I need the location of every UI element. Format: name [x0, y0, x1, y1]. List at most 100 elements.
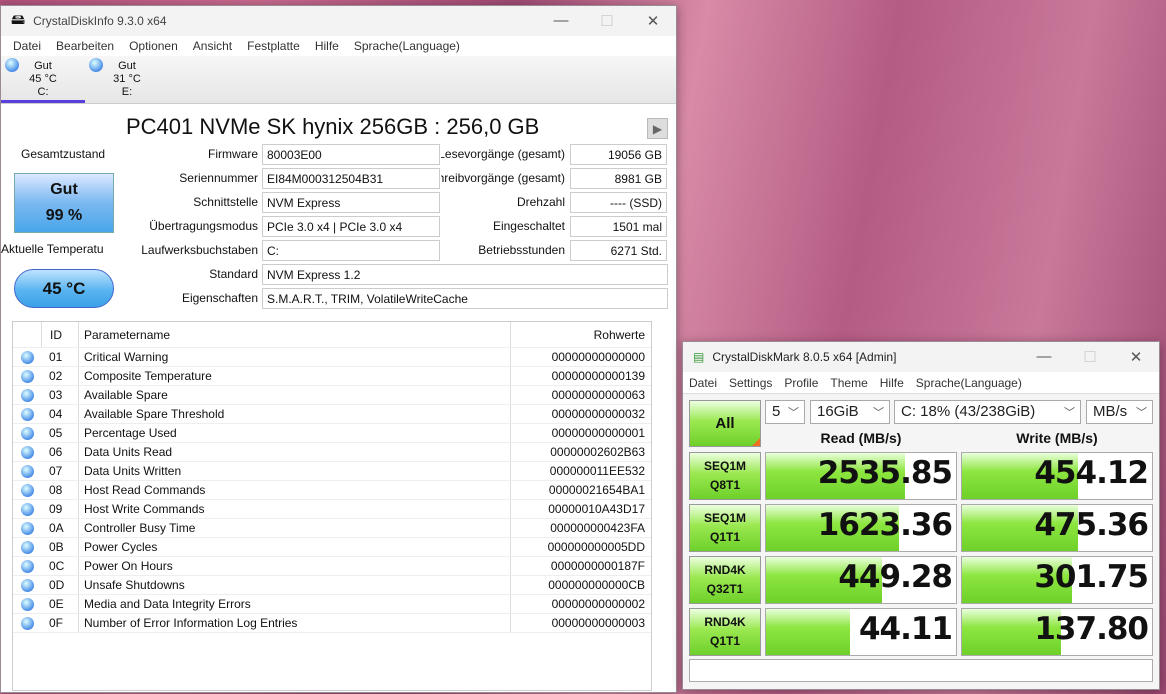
table-row[interactable]: 0A Controller Busy Time 000000000423FA [13, 519, 651, 538]
power-hours-label: Betriebsstunden [478, 243, 565, 257]
menu-hilfe[interactable]: Hilfe [315, 39, 339, 53]
test-count-select[interactable]: 5 ﹀ [765, 400, 805, 424]
test-button-0[interactable]: SEQ1M Q8T1 [689, 452, 761, 500]
serial-label: Seriennummer [179, 171, 258, 185]
health-status: Gut [50, 181, 78, 198]
test-size-value: 16GiB [817, 403, 859, 420]
test-params: Q8T1 [709, 478, 740, 492]
attribute-name: Critical Warning [79, 348, 511, 366]
attribute-name: Power Cycles [79, 538, 511, 556]
table-row[interactable]: 02 Composite Temperature 00000000000139 [13, 367, 651, 386]
crystaldiskinfo-window: 🖴 CrystalDiskInfo 9.3.0 x64 — ☐ ✕ Datei Be… [0, 5, 677, 693]
status-good-icon [20, 597, 34, 611]
attribute-raw-value: 00000000000002 [551, 597, 645, 611]
attribute-name: Available Spare Threshold [79, 405, 511, 423]
table-row[interactable]: 06 Data Units Read 00000002602B63 [13, 443, 651, 462]
maximize-button[interactable]: ☐ [1067, 348, 1113, 366]
table-row[interactable]: 05 Percentage Used 00000000000001 [13, 424, 651, 443]
menu-festplatte[interactable]: Festplatte [247, 39, 300, 53]
minimize-button[interactable]: — [538, 12, 584, 30]
menu-sprache[interactable]: Sprache(Language) [354, 39, 460, 53]
attribute-raw-value: 000000011EE532 [549, 464, 645, 478]
status-good-icon [20, 616, 34, 630]
menu-hilfe[interactable]: Hilfe [880, 376, 904, 390]
table-row[interactable]: 01 Critical Warning 00000000000000 [13, 348, 651, 367]
total-writes-value: 8981 GB [570, 168, 667, 189]
menu-datei[interactable]: Datei [13, 39, 41, 53]
temperature-button[interactable]: 45 °C [14, 269, 114, 308]
attribute-raw-value: 00000000000032 [551, 407, 645, 421]
unit-select[interactable]: MB/s ﹀ [1086, 400, 1153, 424]
close-button[interactable]: ✕ [630, 12, 676, 30]
status-bar [689, 659, 1153, 682]
attribute-id: 0E [41, 595, 79, 613]
test-name: RND4K [704, 615, 746, 629]
maximize-button[interactable]: ☐ [584, 12, 630, 30]
status-good-icon [20, 350, 34, 364]
header-raw-values[interactable]: Rohwerte [511, 328, 651, 342]
menu-bearbeiten[interactable]: Bearbeiten [56, 39, 114, 53]
table-row[interactable]: 03 Available Spare 00000000000063 [13, 386, 651, 405]
test-button-1[interactable]: SEQ1M Q1T1 [689, 504, 761, 552]
write-result: 301.75 [961, 556, 1153, 604]
header-id[interactable]: ID [41, 322, 79, 347]
unit-value: MB/s [1093, 403, 1128, 420]
attribute-name: Media and Data Integrity Errors [79, 595, 511, 613]
test-button-3[interactable]: RND4K Q1T1 [689, 608, 761, 656]
write-header: Write (MB/s) [1016, 430, 1098, 446]
attribute-raw-value: 00000000000000 [551, 350, 645, 364]
write-value: 454.12 [1034, 455, 1149, 491]
next-disk-button[interactable]: ▶ [647, 118, 668, 139]
drive-letter: E: [121, 86, 133, 98]
table-row[interactable]: 0E Media and Data Integrity Errors 00000… [13, 595, 651, 614]
write-result: 454.12 [961, 452, 1153, 500]
drive-letters-value: C: [262, 240, 440, 261]
test-button-2[interactable]: RND4K Q32T1 [689, 556, 761, 604]
run-all-button[interactable]: All [689, 400, 761, 447]
total-reads-value: 19056 GB [570, 144, 667, 165]
status-good-icon [20, 407, 34, 421]
menu-datei[interactable]: Datei [689, 376, 717, 390]
menu-sprache[interactable]: Sprache(Language) [916, 376, 1022, 390]
table-row[interactable]: 0D Unsafe Shutdowns 000000000000CB [13, 576, 651, 595]
table-row[interactable]: 04 Available Spare Threshold 00000000000… [13, 405, 651, 424]
menu-ansicht[interactable]: Ansicht [193, 39, 232, 53]
title-bar: ▤ CrystalDiskMark 8.0.5 x64 [Admin] — ☐ ✕ [683, 342, 1159, 372]
table-row[interactable]: 07 Data Units Written 000000011EE532 [13, 462, 651, 481]
menu-bar: Datei Settings Profile Theme Hilfe Sprac… [683, 372, 1159, 394]
minimize-button[interactable]: — [1021, 348, 1067, 366]
table-row[interactable]: 0C Power On Hours 0000000000187F [13, 557, 651, 576]
menu-profile[interactable]: Profile [784, 376, 818, 390]
menu-bar: Datei Bearbeiten Optionen Ansicht Festpl… [1, 36, 676, 56]
attribute-id: 0A [41, 519, 79, 537]
table-row[interactable]: 0B Power Cycles 000000000005DD [13, 538, 651, 557]
attribute-raw-value: 00000021654BA1 [548, 483, 645, 497]
menu-settings[interactable]: Settings [729, 376, 772, 390]
health-label: Gesamtzustand [21, 147, 106, 161]
serial-value: EI84M000312504B31 [262, 168, 440, 189]
header-parameter[interactable]: Parametername [79, 322, 511, 347]
write-result: 137.80 [961, 608, 1153, 656]
read-result: 2535.85 [765, 452, 957, 500]
drive-select[interactable]: C: 18% (43/238GiB) ﹀ [894, 400, 1081, 424]
health-status-button[interactable]: Gut 99 % [14, 173, 114, 233]
drive-tab-e[interactable]: Gut 31 °C E: [85, 56, 169, 103]
write-result: 475.36 [961, 504, 1153, 552]
attribute-raw-value: 00000000000063 [551, 388, 645, 402]
status-good-icon [20, 426, 34, 440]
menu-theme[interactable]: Theme [830, 376, 867, 390]
test-name: RND4K [704, 563, 746, 577]
close-button[interactable]: ✕ [1113, 348, 1159, 366]
status-good-icon [20, 540, 34, 554]
table-row[interactable]: 08 Host Read Commands 00000021654BA1 [13, 481, 651, 500]
drive-tab-c[interactable]: Gut 45 °C C: [1, 56, 85, 103]
write-value: 137.80 [1034, 611, 1149, 647]
table-row[interactable]: 09 Host Write Commands 00000010A43D17 [13, 500, 651, 519]
table-row[interactable]: 0F Number of Error Information Log Entri… [13, 614, 651, 633]
test-size-select[interactable]: 16GiB ﹀ [810, 400, 890, 424]
drive-value: C: 18% (43/238GiB) [901, 403, 1036, 420]
chevron-down-icon: ﹀ [1064, 407, 1075, 419]
menu-optionen[interactable]: Optionen [129, 39, 178, 53]
attribute-name: Composite Temperature [79, 367, 511, 385]
smart-table[interactable]: ID Parametername Rohwerte 01 Critical Wa… [12, 321, 652, 691]
